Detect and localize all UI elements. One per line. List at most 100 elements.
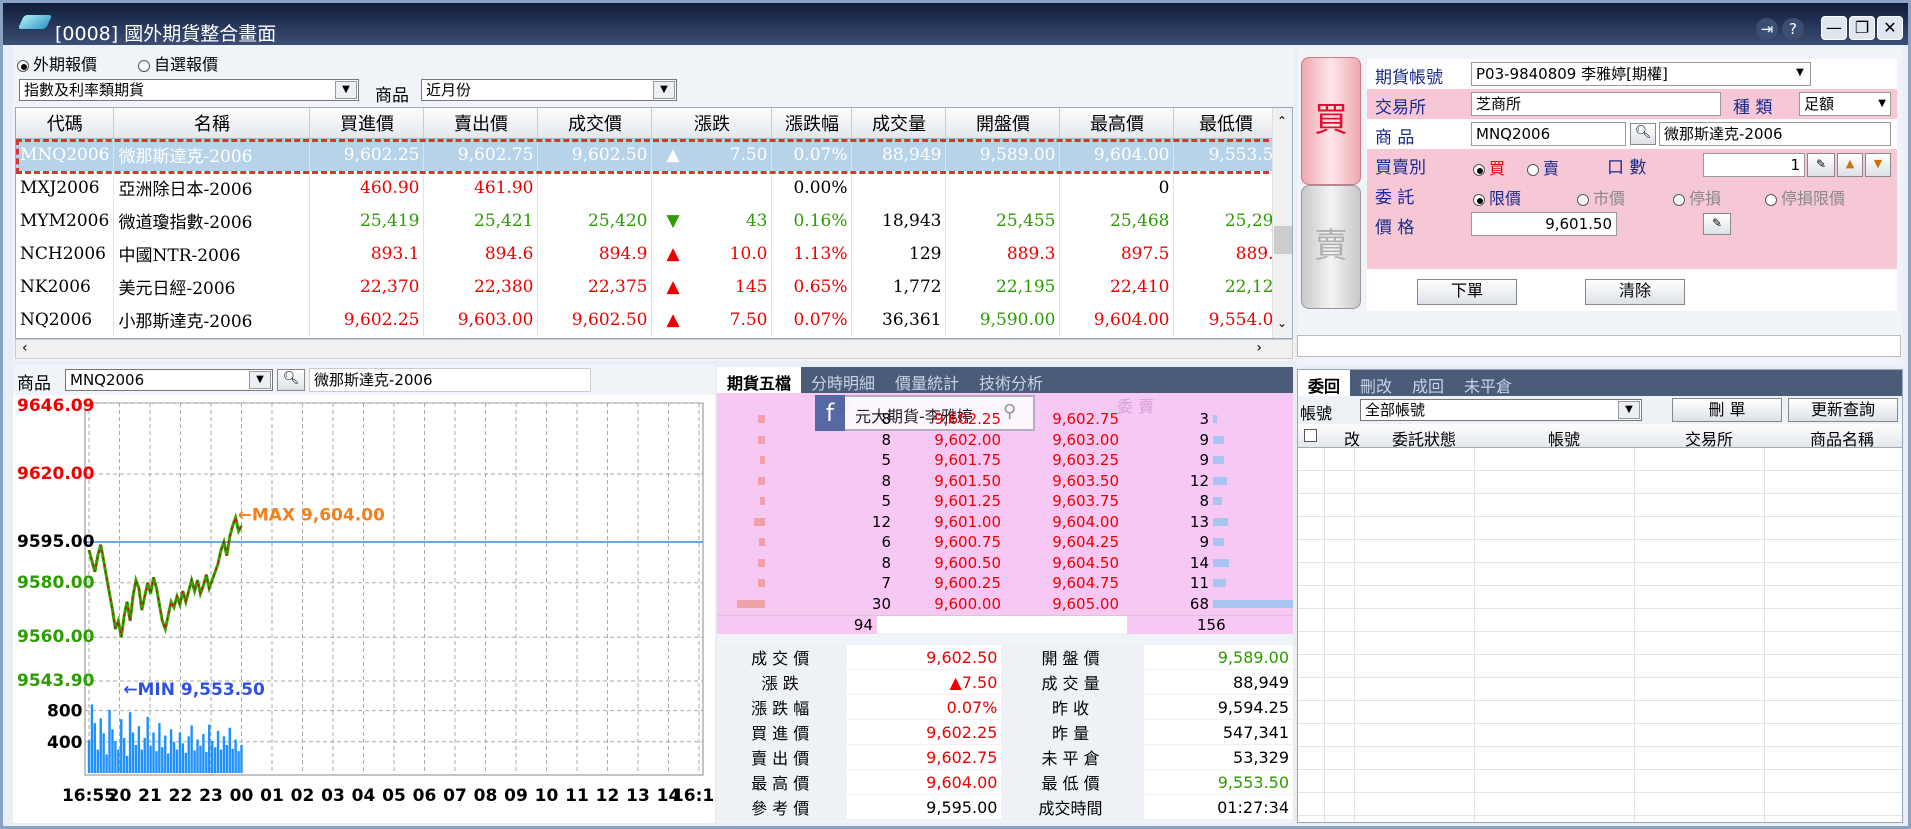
radio-foreign-quote[interactable]: 外期報價	[17, 51, 97, 75]
side-sell-radio[interactable]: 賣	[1527, 155, 1559, 179]
exit-icon[interactable]: ⇥	[1756, 18, 1778, 40]
orders-grid-row[interactable]	[1298, 609, 1902, 632]
table-row[interactable]: NCH2006 中國NTR-2006 893.1 894.6 894.9 ▲ 10.0 1.1…	[16, 237, 1279, 270]
column-header[interactable]: 名稱	[113, 108, 311, 139]
minimize-button[interactable]: —	[1821, 16, 1847, 40]
column-header[interactable]: 漲跌	[651, 108, 773, 139]
product-code-input[interactable]: MNQ2006	[1471, 122, 1626, 146]
orders-grid-row[interactable]	[1298, 494, 1902, 517]
orders-grid-row[interactable]	[1298, 632, 1902, 655]
chevron-down-icon[interactable]: ▼	[249, 371, 271, 389]
radio-custom-quote[interactable]: 自選報價	[138, 51, 218, 75]
orders-grid-row[interactable]	[1298, 540, 1902, 563]
book-row[interactable]: 12 9,601.00 9,604.00 13	[717, 512, 1293, 533]
column-header[interactable]: 成交量	[851, 108, 947, 139]
orders-grid-row[interactable]	[1298, 701, 1902, 724]
side-buy-radio[interactable]: 買	[1473, 155, 1505, 179]
refresh-button[interactable]: 更新查詢	[1788, 398, 1898, 422]
delete-order-button[interactable]: 刪 單	[1672, 398, 1782, 422]
scroll-right-icon[interactable]: ›	[1256, 340, 1262, 356]
help-icon[interactable]: ?	[1782, 18, 1804, 40]
qty-input[interactable]: 1	[1703, 153, 1805, 177]
info-value: 9,602.25	[847, 719, 1002, 745]
buy-button[interactable]: 買	[1301, 57, 1361, 185]
column-header[interactable]: 賣出價	[423, 108, 539, 139]
orders-column-header[interactable]: 委託狀態	[1364, 426, 1484, 450]
book-row[interactable]: 8 9,602.00 9,603.00 9	[717, 430, 1293, 451]
price-input[interactable]: 9,601.50	[1471, 212, 1617, 236]
category-select[interactable]: 指數及利率類期貨 ▼	[19, 79, 359, 101]
price-calc-icon[interactable]: ✎	[1703, 213, 1731, 235]
orders-grid-row[interactable]	[1298, 448, 1902, 471]
column-header[interactable]: 買進價	[309, 108, 425, 139]
column-header[interactable]: 代碼	[16, 108, 115, 139]
close-button[interactable]: ✕	[1877, 16, 1903, 40]
chevron-down-icon[interactable]: ▼	[1878, 93, 1886, 115]
scroll-up-icon[interactable]: ⌃	[1277, 114, 1287, 128]
price-chart[interactable]: 9646.09 9620.00 9595.00 9580.00 9560.00 9543.…	[13, 395, 715, 823]
cond-market-radio[interactable]: 市價	[1577, 185, 1625, 209]
submit-order-button[interactable]: 下單	[1417, 279, 1517, 305]
book-row[interactable]: 8 9,602.25 9,602.75 3	[717, 409, 1293, 430]
column-header[interactable]: 最高價	[1059, 108, 1175, 139]
scroll-left-icon[interactable]: ‹	[22, 340, 28, 356]
product-search-icon[interactable]: 🔍︎	[1630, 123, 1656, 145]
table-row[interactable]: MXJ2006 亞洲除日本-2006 460.90 461.90 0.00% 0	[16, 171, 1279, 204]
chart-search-icon[interactable]: 🔍︎	[277, 369, 305, 391]
orders-grid-row[interactable]	[1298, 471, 1902, 494]
book-row[interactable]: 8 9,601.50 9,603.50 12	[717, 471, 1293, 492]
restore-button[interactable]: ❐	[1849, 16, 1875, 40]
cond-stop-radio[interactable]: 停損	[1673, 185, 1721, 209]
chevron-down-icon[interactable]: ▼	[1786, 63, 1810, 85]
column-header[interactable]: 成交價	[537, 108, 653, 139]
orders-grid-row[interactable]	[1298, 678, 1902, 701]
title-bar[interactable]: [0008] 國外期貨整合畫面 ⇥ ? — ❐ ✕	[3, 3, 1908, 45]
scroll-down-icon[interactable]: ⌄	[1277, 316, 1287, 330]
table-row[interactable]: NQ2006 小那斯達克-2006 9,602.25 9,603.00 9,602.50…	[16, 303, 1279, 336]
book-row[interactable]: 5 9,601.75 9,603.25 9	[717, 450, 1293, 471]
qty-up-icon[interactable]: ▲	[1837, 153, 1863, 177]
quote-info-table: 成 交 價 9,602.50 開 盤 價 9,589.00 漲 跌 ▲7.50 成 交 量8…	[717, 645, 1293, 820]
chevron-down-icon[interactable]: ▼	[1618, 401, 1640, 419]
orders-column-header[interactable]: 商品名稱	[1774, 426, 1910, 450]
select-all-checkbox[interactable]	[1304, 429, 1317, 442]
orders-grid-row[interactable]	[1298, 517, 1902, 540]
horizontal-scrollbar[interactable]: ‹ ›	[15, 339, 1293, 359]
clear-button[interactable]: 清除	[1585, 279, 1685, 305]
orders-grid-row[interactable]	[1298, 793, 1902, 816]
qty-down-icon[interactable]: ▼	[1865, 153, 1891, 177]
book-row[interactable]: 7 9,600.25 9,604.75 11	[717, 573, 1293, 594]
sell-button[interactable]: 賣	[1301, 185, 1361, 309]
column-header[interactable]: 最低價	[1173, 108, 1279, 139]
qty-calc-icon[interactable]: ✎	[1807, 153, 1835, 177]
book-row[interactable]: 6 9,600.75 9,604.25 9	[717, 532, 1293, 553]
orders-column-header[interactable]: 帳號	[1484, 426, 1644, 450]
book-row[interactable]: 8 9,600.50 9,604.50 14	[717, 553, 1293, 574]
column-header[interactable]: 開盤價	[945, 108, 1061, 139]
orders-grid-row[interactable]	[1298, 586, 1902, 609]
account-select[interactable]: P03-9840809 李雅婷[期權] ▼	[1471, 62, 1811, 86]
orders-account-select[interactable]: 全部帳號 ▼	[1360, 399, 1642, 421]
vertical-scrollbar[interactable]: ⌃ ⌄	[1272, 108, 1292, 338]
book-row[interactable]: 30 9,600.00 9,605.00 68	[717, 594, 1293, 615]
scroll-thumb[interactable]	[1274, 226, 1292, 254]
chevron-down-icon[interactable]: ▼	[335, 81, 357, 99]
table-row[interactable]: NK2006 美元日經-2006 22,370 22,380 22,375 ▲ 145 0.6…	[16, 270, 1279, 303]
orders-grid-row[interactable]	[1298, 770, 1902, 793]
chevron-down-icon[interactable]: ▼	[653, 81, 675, 99]
orders-column-header[interactable]: 交易所	[1644, 426, 1774, 450]
orders-grid-row[interactable]	[1298, 655, 1902, 678]
table-row[interactable]: MYM2006 微道瓊指數-2006 25,419 25,421 25,420 ▼ 43 0.…	[16, 204, 1279, 237]
cond-stoplimit-radio[interactable]: 停損限價	[1765, 185, 1845, 209]
orders-grid-row[interactable]	[1298, 563, 1902, 586]
chart-product-select[interactable]: MNQ2006 ▼	[65, 369, 273, 391]
type-select[interactable]: 足額 ▼	[1799, 92, 1891, 116]
book-row[interactable]: 5 9,601.25 9,603.75 8	[717, 491, 1293, 512]
orders-grid-row[interactable]	[1298, 747, 1902, 770]
column-header[interactable]: 漲跌幅	[771, 108, 853, 139]
cond-limit-radio[interactable]: 限價	[1473, 185, 1521, 209]
orders-grid-row[interactable]	[1298, 724, 1902, 747]
ask-volume-bar	[1213, 415, 1217, 424]
table-row[interactable]: MNQ2006 微那斯達克-2006 9,602.25 9,602.75 9,602.5…	[16, 138, 1279, 171]
month-select[interactable]: 近月份 ▼	[421, 79, 677, 101]
